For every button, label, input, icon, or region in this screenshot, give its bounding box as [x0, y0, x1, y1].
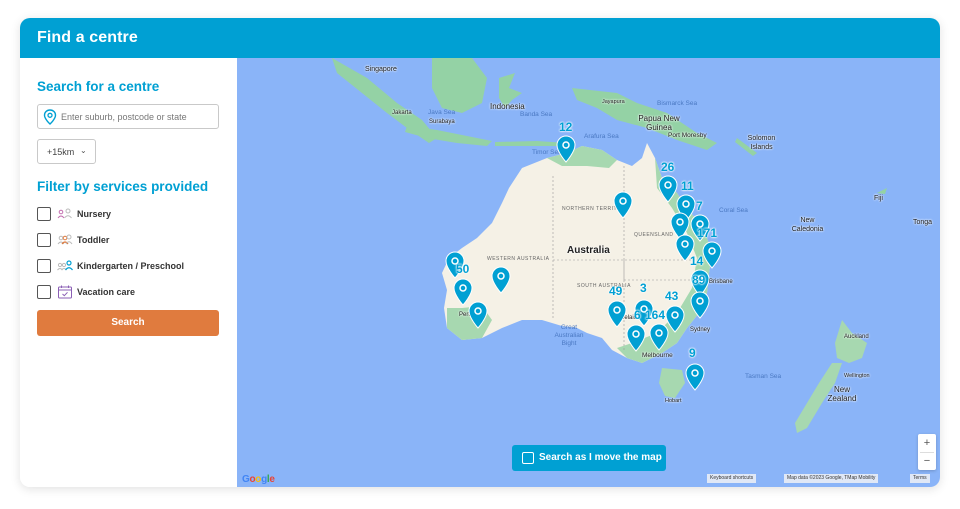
cluster-count: 164 [645, 308, 666, 322]
label-northern-territory: NORTHERN TERRITORY [562, 206, 630, 212]
map-marker[interactable] [658, 175, 678, 203]
label-singapore: Singapore [365, 66, 397, 73]
label-wellington: Wellington [844, 373, 870, 379]
calendar-check-icon [58, 285, 72, 299]
label-new-zealand: New Zealand [827, 385, 857, 403]
map-marker[interactable] [613, 191, 633, 219]
terms-link[interactable]: Terms [910, 474, 930, 483]
map-marker[interactable] [649, 323, 669, 351]
label-indonesia: Indonesia [490, 102, 525, 111]
map-terrain [332, 58, 887, 433]
label-papua-new-guinea: Papua New Guinea [638, 114, 680, 132]
zoom-out-button[interactable]: − [918, 452, 936, 470]
map-marker[interactable] [690, 291, 710, 319]
filter-nursery[interactable]: Nursery [37, 207, 227, 223]
map-marker[interactable] [491, 266, 511, 294]
label-hobart: Hobart [665, 398, 682, 404]
find-a-centre-card: Find a centre Search for a centre +15km … [20, 18, 940, 487]
search-as-i-move-checkbox[interactable] [522, 452, 534, 464]
label-australia: Australia [567, 245, 610, 256]
vacation-care-checkbox[interactable] [37, 285, 51, 299]
filter-label: Nursery [77, 209, 112, 219]
label-auckland: Auckland [844, 334, 869, 340]
label-jayapura: Jayapura [602, 99, 625, 105]
search-heading: Search for a centre [37, 79, 160, 94]
toddler-people-icon [57, 234, 73, 245]
map-marker[interactable] [468, 301, 488, 329]
label-solomon-islands: Solomon Islands [747, 135, 776, 151]
search-button[interactable]: Search [37, 310, 219, 336]
label-queensland: QUEENSLAND [634, 232, 674, 238]
search-as-i-move-toggle[interactable]: Search as I move the map [512, 445, 666, 471]
kindergarten-checkbox[interactable] [37, 259, 51, 273]
filter-kindergarten[interactable]: Kindergarten / Preschool [37, 259, 227, 275]
radius-value: +15km [47, 147, 75, 157]
filter-label: Kindergarten / Preschool [77, 261, 185, 271]
label-banda-sea: Banda Sea [520, 111, 553, 118]
cluster-count: 26 [661, 160, 675, 174]
label-tonga: Tonga [913, 219, 933, 226]
zoom-controls: + − [918, 434, 936, 470]
page-title: Find a centre [37, 29, 138, 46]
nursery-people-icon [57, 208, 72, 219]
label-surabaya: Surabaya [429, 119, 455, 125]
map-data-attribution: Map data ©2023 Google, TMap Mobility [784, 474, 879, 483]
map-marker[interactable] [702, 241, 722, 269]
filter-label: Toddler [77, 235, 110, 245]
toddler-checkbox[interactable] [37, 233, 51, 247]
location-search-field[interactable] [37, 104, 219, 129]
label-sydney: Sydney [690, 327, 711, 333]
cluster-count: 49 [609, 284, 623, 298]
header-bar: Find a centre [20, 18, 940, 58]
label-tasman-sea: Tasman Sea [745, 373, 782, 380]
label-port-moresby: Port Moresby [668, 132, 707, 139]
label-coral-sea: Coral Sea [719, 207, 748, 214]
label-fiji: Fiji [874, 195, 883, 202]
cluster-count: 50 [456, 262, 470, 276]
filter-toddler[interactable]: Toddler [37, 233, 227, 249]
cluster-count: 9 [689, 346, 696, 360]
nursery-checkbox[interactable] [37, 207, 51, 221]
label-western-australia: WESTERN AUSTRALIA [487, 256, 550, 262]
location-search-input[interactable] [61, 109, 216, 125]
label-jakarta: Jakarta [392, 110, 412, 116]
cluster-count: 7 [696, 199, 703, 213]
cluster-count: 6 [634, 308, 641, 322]
filter-heading: Filter by services provided [37, 179, 209, 194]
filter-label: Vacation care [77, 287, 136, 297]
label-melbourne: Melbourne [642, 352, 673, 359]
label-java-sea: Java Sea [428, 109, 456, 116]
map-marker[interactable] [685, 363, 705, 391]
chevron-down-icon: ⌄ [80, 146, 87, 155]
cluster-count: 43 [665, 289, 679, 303]
map-marker[interactable] [556, 135, 576, 163]
radius-select[interactable]: +15km ⌄ [37, 139, 96, 164]
cluster-count: 11 [681, 179, 694, 193]
google-logo[interactable]: Google [242, 474, 275, 485]
map-marker[interactable] [607, 300, 627, 328]
zoom-divider [920, 452, 934, 453]
kindergarten-people-icon [57, 260, 73, 271]
label-bismarck-sea: Bismarck Sea [657, 100, 698, 107]
filter-vacation-care[interactable]: Vacation care [37, 285, 227, 301]
label-new-caledonia: New Caledonia [791, 217, 824, 233]
cluster-count: 3 [640, 281, 647, 295]
zoom-in-button[interactable]: + [918, 434, 936, 452]
cluster-count: 89 [692, 273, 706, 287]
label-great-australian-bight: Great Australian Bight [554, 324, 584, 347]
label-arafura-sea: Arafura Sea [584, 133, 619, 140]
search-sidebar: Search for a centre +15km ⌄ Filter by se… [20, 58, 237, 487]
cluster-count: 12 [559, 120, 573, 134]
map-marker[interactable] [626, 324, 646, 352]
label-brisbane: Brisbane [709, 279, 733, 285]
keyboard-shortcuts-link[interactable]: Keyboard shortcuts [707, 474, 757, 483]
location-pin-icon [43, 109, 57, 125]
search-as-i-move-label: Search as I move the map [539, 452, 662, 463]
cluster-count: 171 [697, 226, 718, 240]
centres-map[interactable]: Singapore Jakarta Surabaya Java Sea Indo… [237, 58, 940, 487]
